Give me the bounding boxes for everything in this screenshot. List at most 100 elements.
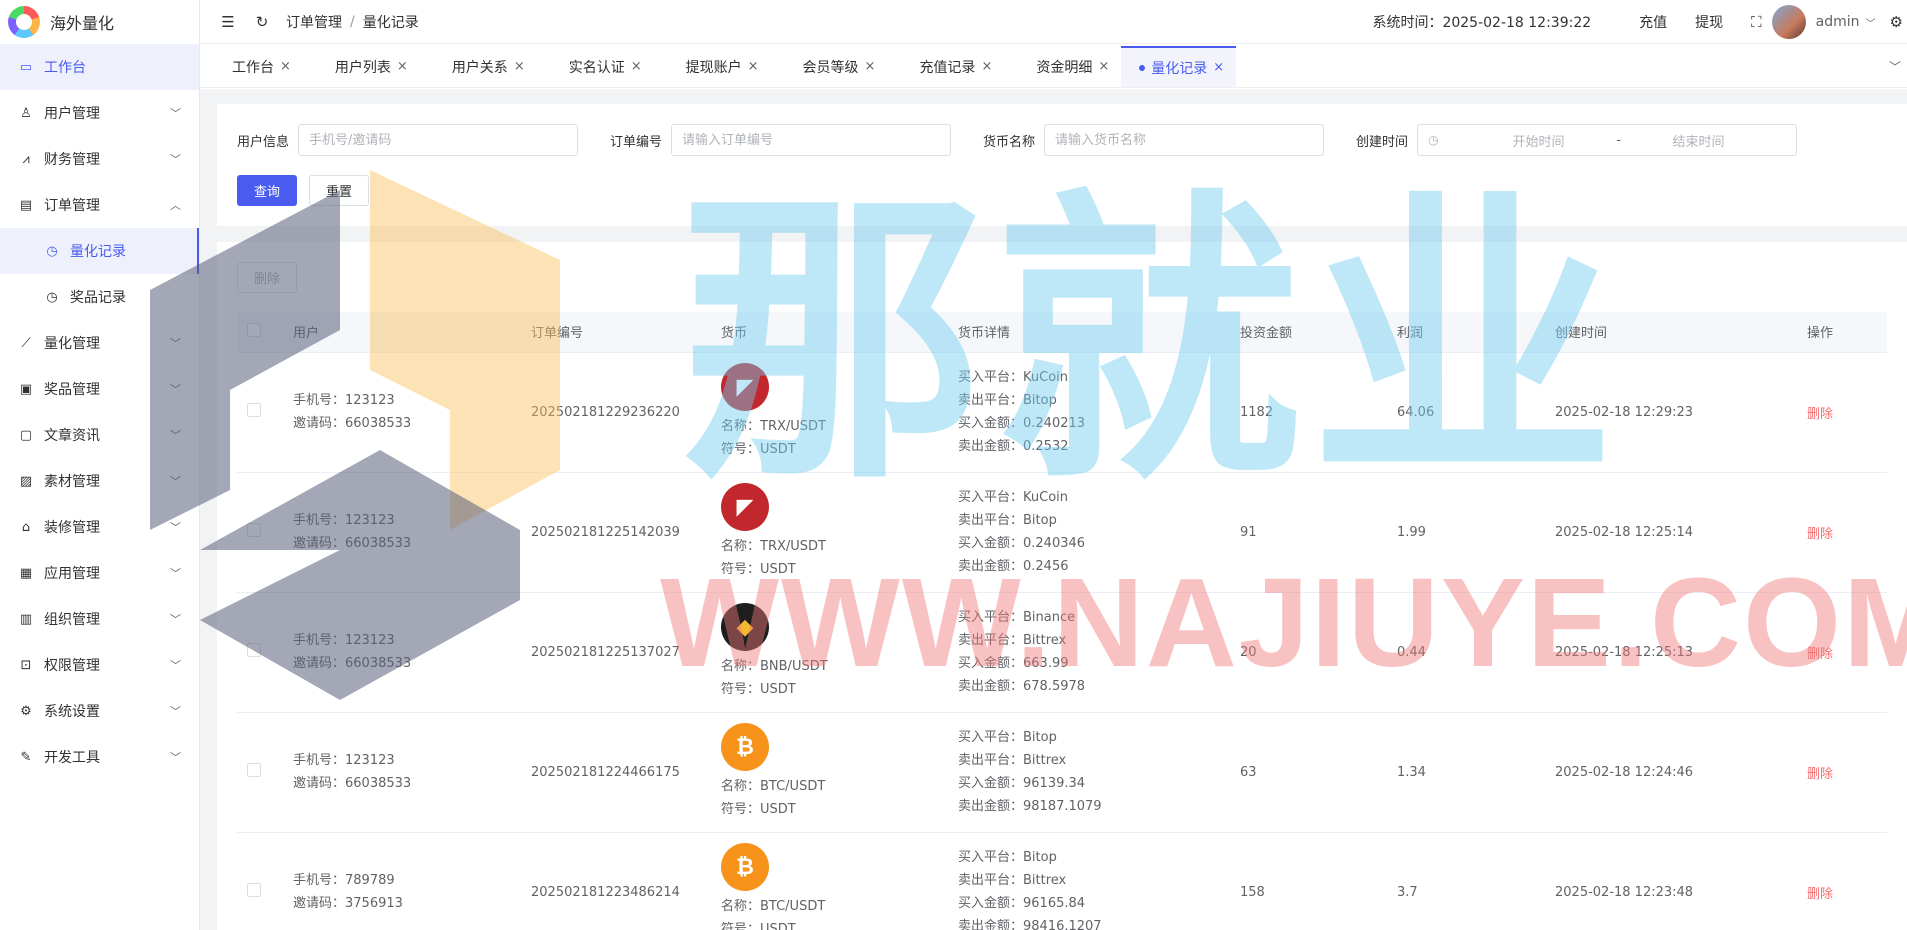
user-invite-code: 邀请码：3756913 (293, 896, 403, 911)
sidebar-item-8[interactable]: ▢ 文章资讯 ﹀ (0, 412, 199, 458)
sidebar-item-label: 开发工具 (44, 750, 100, 766)
sidebar-item-15[interactable]: ✎ 开发工具 ﹀ (0, 734, 199, 780)
coin-name-input[interactable] (1044, 124, 1325, 156)
sidebar-item-1[interactable]: ♙ 用户管理 ﹀ (0, 90, 199, 136)
close-icon[interactable]: × (397, 59, 408, 74)
tab-6[interactable]: 充值记录 × (887, 46, 1004, 87)
tab-2[interactable]: 用户关系 × (420, 46, 537, 87)
breadcrumb-item-orders[interactable]: 订单管理 (286, 12, 342, 32)
sidebar-item-14[interactable]: ⚙ 系统设置 ﹀ (0, 688, 199, 734)
profit-cell: 0.44 (1387, 592, 1545, 713)
order-no-cell: 202502181225137027 (521, 592, 711, 713)
sidebar-item-9[interactable]: ▨ 素材管理 ﹀ (0, 458, 199, 504)
sidebar-item-7[interactable]: ▣ 奖品管理 ﹀ (0, 366, 199, 412)
tab-4[interactable]: 提现账户 × (654, 46, 771, 87)
order-no-input[interactable] (671, 124, 952, 156)
delete-link[interactable]: 删除 (1807, 647, 1833, 662)
row-checkbox[interactable] (247, 523, 261, 537)
tab-7[interactable]: 资金明细 × (1004, 46, 1121, 87)
tabs-more-icon[interactable]: ﹀ (1889, 58, 1901, 75)
close-icon[interactable]: × (1098, 59, 1109, 74)
chevron-down-icon: ﹀ (170, 107, 181, 120)
end-date-input[interactable]: 结束时间 (1639, 131, 1759, 150)
app-logo[interactable]: 海外量化 (0, 0, 199, 44)
reset-button[interactable]: 重置 (309, 175, 369, 206)
coin-name: 名称：BNB/USDT (721, 659, 828, 674)
sidebar-item-0[interactable]: ▭ 工作台 (0, 44, 199, 90)
sidebar-item-11[interactable]: ▦ 应用管理 ﹀ (0, 550, 199, 596)
coin-detail-cell: 买入平台：Bitop 卖出平台：Bittrex 买入金额：96139.34 卖出… (948, 712, 1230, 833)
profit-cell: 3.7 (1387, 832, 1545, 930)
sell-platform: 卖出平台：Bitop (958, 393, 1057, 408)
sidebar-item-2[interactable]: ⩘ 财务管理 ﹀ (0, 136, 199, 182)
collapse-menu-icon[interactable]: ☰ (218, 13, 238, 31)
select-all-checkbox[interactable] (247, 322, 261, 337)
recharge-link[interactable]: 充值 (1639, 12, 1667, 32)
row-checkbox[interactable] (247, 643, 261, 657)
coin-symbol: 符号：USDT (721, 562, 796, 577)
delete-link[interactable]: 删除 (1807, 407, 1833, 422)
search-fields: 用户信息 订单编号 货币名称 创建时间 ◷ 开始时间 - 结束时间 (237, 124, 1798, 156)
sidebar-item-3[interactable]: ▤ 订单管理 ︿ (0, 182, 199, 228)
close-icon[interactable]: × (631, 59, 642, 74)
user-cell: 手机号：123123 邀请码：66038533 (283, 472, 521, 593)
close-icon[interactable]: × (1213, 60, 1224, 75)
table-card: 删除 用户 订单编号 货币 货币详情 投资金额 利润 创建时间 操作 手机号：1… (217, 242, 1907, 930)
coin-symbol: 符号：USDT (721, 682, 796, 697)
sidebar-item-6[interactable]: ⟋ 量化管理 ﹀ (0, 320, 199, 366)
sidebar-item-13[interactable]: ⊡ 权限管理 ﹀ (0, 642, 199, 688)
tab-5[interactable]: 会员等级 × (771, 46, 888, 87)
tab-3[interactable]: 实名认证 × (537, 46, 654, 87)
delete-link[interactable]: 删除 (1807, 887, 1833, 902)
close-icon[interactable]: × (865, 59, 876, 74)
sidebar-item-label: 系统设置 (44, 704, 100, 720)
user-name[interactable]: admin (1816, 14, 1860, 30)
tab-1[interactable]: 用户列表 × (303, 46, 420, 87)
row-select-cell (237, 832, 283, 930)
sell-amount: 卖出金额：0.2456 (958, 559, 1069, 574)
withdraw-link[interactable]: 提现 (1695, 12, 1723, 32)
date-range-picker[interactable]: ◷ 开始时间 - 结束时间 (1417, 124, 1798, 156)
row-checkbox[interactable] (247, 883, 261, 897)
sidebar-item-10[interactable]: ⌂ 装修管理 ﹀ (0, 504, 199, 550)
chevron-down-icon[interactable]: ﹀ (1866, 15, 1876, 30)
sidebar-item-12[interactable]: ▥ 组织管理 ﹀ (0, 596, 199, 642)
breadcrumb-item-current: 量化记录 (362, 14, 419, 31)
sidebar-item-5[interactable]: ◷ 奖品记录 (0, 274, 199, 320)
close-icon[interactable]: × (748, 59, 759, 74)
delete-link[interactable]: 删除 (1807, 527, 1833, 542)
row-checkbox[interactable] (247, 403, 261, 417)
user-info-input[interactable] (298, 124, 579, 156)
table-row: 手机号：123123 邀请码：66038533 2025021812251370… (237, 592, 1887, 713)
sidebar-menu: ▭ 工作台 ♙ 用户管理 ﹀ ⩘ 财务管理 ﹀ ▤ 订单管理 ︿ ◷ 量化记录 ◷ 奖品记录 ⟋ 量化管理 ﹀ ▣ 奖… (0, 44, 199, 780)
close-icon[interactable]: × (514, 59, 525, 74)
user-cell: 手机号：789789 邀请码：3756913 (283, 832, 521, 930)
avatar[interactable] (1771, 5, 1806, 39)
user-phone: 手机号：123123 (293, 393, 395, 408)
refresh-icon[interactable]: ↻ (252, 13, 272, 31)
fullscreen-icon[interactable]: ⛶ (1751, 13, 1762, 31)
buy-amount: 买入金额：96139.34 (958, 776, 1086, 791)
table-row: 手机号：123123 邀请码：66038533 2025021812292362… (237, 352, 1887, 473)
coin-symbol: 符号：USDT (721, 802, 796, 817)
row-checkbox[interactable] (247, 763, 261, 777)
building-icon: ▥ (19, 611, 33, 627)
tab-label: 提现账户 (685, 59, 742, 76)
sidebar-item-4[interactable]: ◷ 量化记录 (0, 228, 199, 274)
app-name: 海外量化 (50, 14, 115, 33)
gear-icon: ⚙ (20, 703, 32, 719)
sidebar-item-label: 工作台 (44, 60, 86, 76)
chart-icon: ⩘ (22, 151, 30, 167)
batch-delete-button[interactable]: 删除 (237, 262, 297, 293)
sidebar-item-label: 量化管理 (44, 336, 100, 352)
close-icon[interactable]: × (981, 59, 992, 74)
gear-icon[interactable]: ⚙ (1890, 13, 1903, 31)
tab-0[interactable]: 工作台 × (200, 46, 303, 87)
coin-symbol: 符号：USDT (721, 442, 796, 457)
start-date-input[interactable]: 开始时间 (1479, 131, 1599, 150)
profit-cell: 64.06 (1387, 352, 1545, 473)
query-button[interactable]: 查询 (237, 175, 297, 206)
close-icon[interactable]: × (280, 59, 291, 74)
delete-link[interactable]: 删除 (1807, 767, 1833, 782)
tab-8[interactable]: 量化记录 × (1121, 46, 1237, 87)
